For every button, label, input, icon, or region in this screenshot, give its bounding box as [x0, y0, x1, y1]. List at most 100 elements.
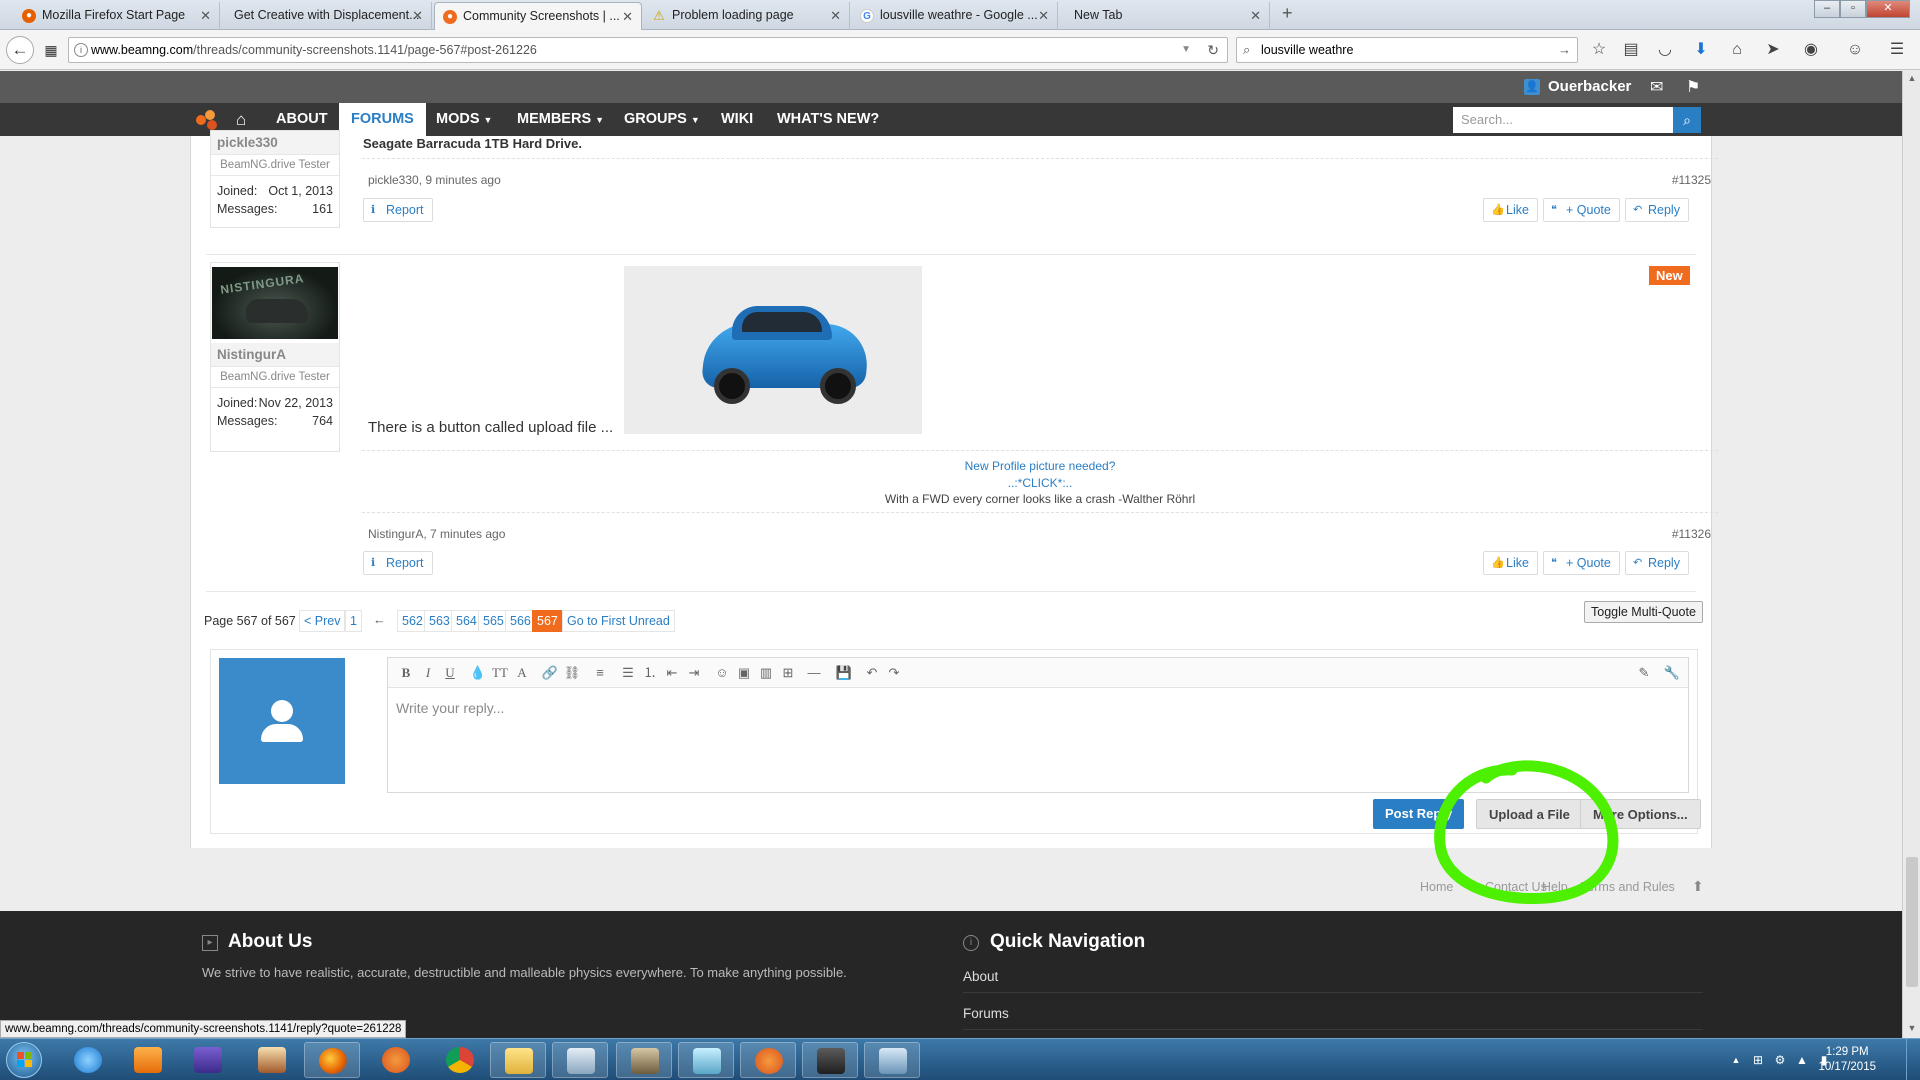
- outdent-icon[interactable]: ⇤: [662, 663, 682, 683]
- tab-close-icon[interactable]: ✕: [1250, 2, 1261, 29]
- quick-nav-about-link[interactable]: About: [963, 969, 1703, 993]
- taskbar-notepad[interactable]: [678, 1042, 734, 1078]
- taskbar-beamng[interactable]: [368, 1042, 424, 1078]
- taskbar-screenshot-app[interactable]: [864, 1042, 920, 1078]
- taskbar-monitor-app[interactable]: [802, 1042, 858, 1078]
- more-options-button[interactable]: More Options...: [1580, 799, 1701, 829]
- footer-link-contact[interactable]: Contact Us: [1485, 880, 1547, 894]
- tab-close-icon[interactable]: ✕: [1038, 2, 1049, 29]
- menu-hamburger-icon[interactable]: ☰: [1886, 39, 1908, 61]
- taskbar-beamng-running[interactable]: [740, 1042, 796, 1078]
- new-tab-plus-icon[interactable]: +: [1282, 3, 1293, 24]
- signature-link-1[interactable]: New Profile picture needed?: [362, 459, 1718, 473]
- nav-forums[interactable]: FORUMS: [339, 103, 426, 136]
- taskbar-gimp[interactable]: [616, 1042, 672, 1078]
- search-go-icon[interactable]: →: [1558, 38, 1571, 62]
- font-size-icon[interactable]: TT: [490, 663, 510, 683]
- font-family-icon[interactable]: A: [512, 663, 532, 683]
- bullet-list-icon[interactable]: ☰: [618, 663, 638, 683]
- scrollbar-thumb[interactable]: [1906, 857, 1918, 987]
- unlink-icon[interactable]: ⛓: [562, 663, 582, 683]
- nav-groups[interactable]: GROUPS ▼: [612, 103, 712, 136]
- back-to-top-icon[interactable]: ⬆: [1692, 878, 1704, 895]
- quote-button[interactable]: ❝ + Quote: [1543, 198, 1620, 222]
- tab-get-creative[interactable]: Get Creative with Displacement... ✕: [220, 2, 432, 30]
- tray-windows-icon[interactable]: ⊞: [1750, 1052, 1766, 1068]
- reply-button[interactable]: ↶ Reply: [1625, 198, 1689, 222]
- like-button[interactable]: 👍 Like: [1483, 198, 1538, 222]
- downloads-icon[interactable]: ⬇: [1690, 39, 1712, 61]
- link-icon[interactable]: 🔗: [540, 663, 560, 683]
- alerts-flag-icon[interactable]: ⚑: [1686, 77, 1700, 97]
- footer-link-terms[interactable]: Terms and Rules: [1581, 880, 1675, 894]
- upload-file-button[interactable]: Upload a File: [1476, 799, 1583, 829]
- page-link-1[interactable]: 1: [345, 610, 362, 632]
- tray-expand-icon[interactable]: ▲: [1728, 1052, 1744, 1068]
- tab-community-screenshots[interactable]: ● Community Screenshots | ... ✕: [434, 2, 642, 30]
- post-author-name[interactable]: pickle330: [211, 131, 339, 154]
- tab-close-icon[interactable]: ✕: [622, 3, 633, 30]
- horizontal-rule-icon[interactable]: —: [804, 663, 824, 683]
- taskbar-movie-maker[interactable]: [180, 1042, 236, 1078]
- nav-whats-new[interactable]: WHAT'S NEW?: [765, 103, 891, 136]
- tray-drive-icon[interactable]: ▲: [1794, 1052, 1810, 1068]
- minimize-icon[interactable]: –: [1814, 0, 1840, 18]
- site-search-input[interactable]: Search...: [1453, 107, 1673, 133]
- window-close-icon[interactable]: ✕: [1866, 0, 1910, 18]
- footer-link-home[interactable]: Home: [1420, 880, 1453, 894]
- smilie-icon[interactable]: ☺: [712, 663, 732, 683]
- post-meta[interactable]: pickle330, 9 minutes ago: [368, 173, 501, 187]
- chat-icon[interactable]: ☺: [1844, 39, 1866, 61]
- quick-nav-forums-link[interactable]: Forums: [963, 1006, 1703, 1030]
- report-button[interactable]: ℹ Report: [363, 551, 433, 575]
- redo-icon[interactable]: ↷: [884, 663, 904, 683]
- url-history-dropdown-icon[interactable]: ▼: [1181, 38, 1191, 62]
- scroll-up-arrow-icon[interactable]: ▲: [1903, 73, 1920, 83]
- reply-button[interactable]: ↶ Reply: [1625, 551, 1689, 575]
- start-button[interactable]: [6, 1042, 42, 1078]
- pocket-icon[interactable]: ◡: [1654, 39, 1676, 61]
- account-link[interactable]: 👤 Ouerbacker: [1524, 71, 1631, 103]
- bookmark-star-icon[interactable]: ☆: [1588, 39, 1610, 61]
- reload-icon[interactable]: ↻: [1207, 38, 1219, 62]
- post-image-blue-car[interactable]: [624, 266, 922, 434]
- report-button[interactable]: ℹ Report: [363, 198, 433, 222]
- underline-icon[interactable]: U: [440, 663, 460, 683]
- page-jump-arrow[interactable]: ←: [369, 610, 390, 632]
- bookmarks-list-icon[interactable]: ▤: [1620, 39, 1642, 61]
- tab-close-icon[interactable]: ✕: [200, 2, 211, 29]
- reply-editor[interactable]: B I U 💧 TT A 🔗 ⛓ ≡ ☰ ⒈ ⇤ ⇥ ☺ ▣ ▥ ⊞ — 💾 ↶: [387, 657, 1689, 793]
- nav-members[interactable]: MEMBERS ▼: [505, 103, 616, 136]
- indent-icon[interactable]: ⇥: [684, 663, 704, 683]
- save-draft-icon[interactable]: 💾: [834, 663, 854, 683]
- media-icon[interactable]: ▥: [756, 663, 776, 683]
- undo-icon[interactable]: ↶: [862, 663, 882, 683]
- addon-icon[interactable]: ◉: [1800, 39, 1822, 61]
- tab-close-icon[interactable]: ✕: [412, 2, 423, 29]
- like-button[interactable]: 👍 Like: [1483, 551, 1538, 575]
- align-icon[interactable]: ≡: [590, 663, 610, 683]
- taskbar-internet-explorer[interactable]: [60, 1042, 116, 1078]
- toggle-multi-quote-button[interactable]: Toggle Multi-Quote: [1584, 601, 1703, 623]
- tray-network-icon[interactable]: ⚙: [1772, 1052, 1788, 1068]
- post-permalink[interactable]: #11325: [1611, 173, 1711, 187]
- post-meta[interactable]: NistingurA, 7 minutes ago: [368, 527, 505, 541]
- url-bar[interactable]: i www.beamng.com/threads/community-scree…: [68, 37, 1228, 63]
- tab-new-tab[interactable]: New Tab ✕: [1060, 2, 1270, 30]
- page-identity-icon[interactable]: ▦: [38, 37, 64, 63]
- first-unread-link[interactable]: Go to First Unread: [562, 610, 675, 632]
- text-color-icon[interactable]: 💧: [468, 663, 488, 683]
- italic-icon[interactable]: I: [418, 663, 438, 683]
- numbered-list-icon[interactable]: ⒈: [640, 663, 660, 683]
- post-author-name[interactable]: NistingurA: [211, 343, 339, 366]
- editor-options-wrench-icon[interactable]: 🔧: [1662, 663, 1682, 683]
- insert-icon[interactable]: ⊞: [778, 663, 798, 683]
- reply-textarea[interactable]: Write your reply...: [388, 688, 1688, 728]
- footer-link-help[interactable]: Help: [1542, 880, 1568, 894]
- taskbar-firefox[interactable]: [304, 1042, 360, 1078]
- taskbar-game-app[interactable]: [244, 1042, 300, 1078]
- browser-search-input[interactable]: ⌕ lousville weathre →: [1236, 37, 1578, 63]
- remove-format-icon[interactable]: ✎: [1634, 663, 1654, 683]
- page-scrollbar[interactable]: ▲ ▼: [1902, 71, 1920, 1038]
- taskbar-chrome[interactable]: [432, 1042, 488, 1078]
